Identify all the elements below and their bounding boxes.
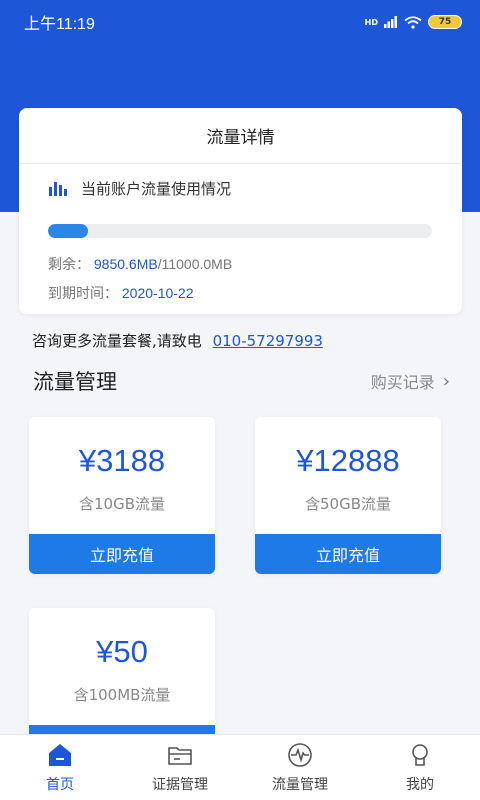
home-icon	[49, 744, 71, 766]
bottom-tab-bar: 首页 证据管理 流量管理 我的	[0, 734, 480, 800]
recharge-button[interactable]: 立即充值	[255, 534, 441, 574]
package-card: ¥12888 含50GB流量 立即充值	[255, 417, 441, 574]
package-price: ¥3188	[78, 443, 166, 478]
tab-traffic[interactable]: 流量管理	[240, 735, 360, 800]
tab-label: 流量管理	[272, 777, 328, 793]
remaining-label: 剩余：	[48, 256, 90, 272]
tab-mine[interactable]: 我的	[360, 735, 480, 800]
consult-text: 咨询更多流量套餐,请致电	[32, 332, 202, 350]
tab-label: 证据管理	[152, 777, 208, 793]
expiry-row: 到期时间： 2020-10-22	[48, 283, 194, 303]
tab-label: 我的	[406, 777, 434, 793]
total-value: /11000.0MB	[157, 256, 233, 272]
package-price: ¥50	[96, 634, 148, 669]
section-title: 流量管理	[33, 370, 117, 394]
usage-label: 当前账户流量使用情况	[81, 180, 232, 198]
expiry-label: 到期时间：	[48, 285, 118, 301]
remaining-value: 9850.6MB	[93, 256, 158, 272]
pulse-icon	[288, 743, 312, 767]
package-price: ¥12888	[296, 443, 400, 478]
purchase-history-label: 购买记录	[370, 373, 435, 392]
tab-evidence[interactable]: 证据管理	[120, 735, 240, 800]
card-title: 流量详情	[19, 108, 462, 164]
wifi-icon	[404, 15, 422, 29]
network-type: HD	[364, 17, 378, 27]
phone-link[interactable]: 010-57297993	[213, 332, 323, 350]
folder-icon	[168, 747, 192, 765]
user-icon	[412, 744, 428, 766]
traffic-detail-card: 流量详情 当前账户流量使用情况 剩余： 9850.6MB/11000.0MB 到…	[19, 108, 462, 314]
status-time: 上午11:19	[24, 16, 95, 33]
recharge-button[interactable]: 立即充值	[29, 534, 215, 574]
package-desc: 含10GB流量	[78, 495, 165, 513]
chevron-right-icon: ›	[442, 370, 450, 392]
tab-label: 首页	[46, 777, 74, 793]
status-icons: HD 75	[365, 15, 462, 29]
package-card: ¥3188 含10GB流量 立即充值	[29, 417, 215, 574]
signal-icon	[384, 16, 397, 28]
package-desc: 含50GB流量	[304, 495, 391, 513]
tab-home[interactable]: 首页	[0, 735, 120, 800]
remaining-row: 剩余： 9850.6MB/11000.0MB	[48, 254, 232, 274]
bar-chart-icon	[49, 181, 67, 196]
usage-progress-fill	[48, 224, 89, 238]
battery-indicator: 75	[428, 15, 462, 29]
status-bar: 上午11:19 HD 75	[0, 0, 480, 44]
package-desc: 含100MB流量	[73, 686, 171, 704]
usage-progress-bar	[48, 224, 432, 238]
purchase-history-link[interactable]: 购买记录 ›	[371, 369, 450, 393]
expiry-value: 2020-10-22	[121, 285, 194, 301]
usage-heading: 当前账户流量使用情况	[49, 178, 231, 199]
consult-line: 咨询更多流量套餐,请致电 010-57297993	[32, 330, 323, 351]
